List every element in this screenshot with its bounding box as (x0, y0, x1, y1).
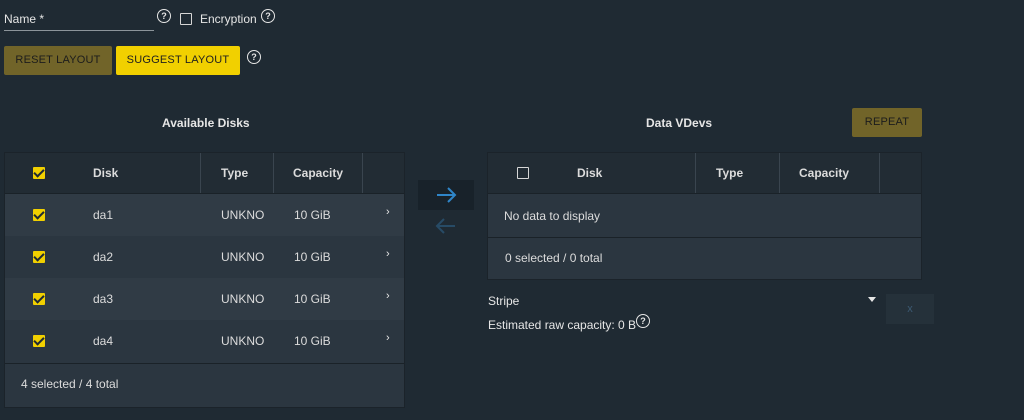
help-circle-icon[interactable]: ? (157, 9, 171, 23)
row-checkbox[interactable] (33, 209, 45, 221)
column-header-disk[interactable]: Disk (93, 153, 118, 193)
disk-capacity: 10 GiB (294, 208, 331, 222)
move-to-vdev-button[interactable] (418, 180, 474, 210)
column-header-disk[interactable]: Disk (577, 153, 602, 193)
table-header: Disk Type Capacity (488, 153, 921, 194)
caret-down-icon[interactable] (868, 297, 876, 302)
select-all-checkbox[interactable] (33, 167, 45, 179)
disk-type: UNKNO (221, 250, 265, 264)
estimated-capacity: Estimated raw capacity: 0 B (488, 318, 637, 332)
chevron-right-icon[interactable]: › (386, 248, 390, 260)
table-footer: 0 selected / 0 total (488, 237, 921, 279)
arrow-left-icon (435, 218, 455, 234)
empty-row: No data to display (488, 194, 921, 238)
empty-message: No data to display (504, 209, 601, 223)
column-header-type[interactable]: Type (716, 153, 743, 193)
row-checkbox[interactable] (33, 335, 45, 347)
data-vdevs-title: Data VDevs (646, 116, 713, 130)
help-circle-icon[interactable]: ? (247, 50, 261, 64)
disk-name: da4 (93, 334, 114, 348)
table-row[interactable]: da1 UNKNO 10 GiB › (5, 194, 404, 236)
chevron-right-icon[interactable]: › (386, 290, 390, 302)
disk-name: da2 (93, 250, 114, 264)
disk-type: UNKNO (221, 208, 265, 222)
reset-layout-button[interactable]: RESET LAYOUT (4, 46, 112, 75)
table-row[interactable]: da2 UNKNO 10 GiB › (5, 236, 404, 278)
disk-type: UNKNO (221, 292, 265, 306)
arrow-right-icon (437, 187, 457, 203)
row-checkbox[interactable] (33, 251, 45, 263)
disk-capacity: 10 GiB (294, 334, 331, 348)
name-input[interactable]: Name * (4, 4, 154, 31)
disk-capacity: 10 GiB (294, 292, 331, 306)
name-label: Name * (4, 12, 45, 26)
row-checkbox[interactable] (33, 293, 45, 305)
disk-name: da3 (93, 292, 114, 306)
disk-capacity: 10 GiB (294, 250, 331, 264)
move-to-available-button[interactable] (418, 212, 474, 240)
column-header-type[interactable]: Type (221, 153, 248, 193)
help-circle-icon[interactable]: ? (636, 314, 650, 328)
suggest-layout-button[interactable]: SUGGEST LAYOUT (116, 46, 240, 75)
repeat-button[interactable]: REPEAT (852, 108, 922, 137)
chevron-right-icon[interactable]: › (386, 206, 390, 218)
data-vdevs-table: Disk Type Capacity No data to display 0 … (487, 152, 922, 280)
encryption-checkbox[interactable] (180, 13, 192, 25)
table-row[interactable]: da4 UNKNO 10 GiB › (5, 320, 404, 362)
table-footer: 4 selected / 4 total (5, 363, 404, 407)
table-header: Disk Type Capacity (5, 153, 404, 194)
available-disks-table: Disk Type Capacity da1 UNKNO 10 GiB › da… (4, 152, 405, 408)
encryption-label: Encryption (200, 12, 257, 26)
disk-name: da1 (93, 208, 114, 222)
select-all-checkbox[interactable] (517, 167, 529, 179)
chevron-right-icon[interactable]: › (386, 332, 390, 344)
disk-type: UNKNO (221, 334, 265, 348)
vdev-type-select[interactable]: Stripe (488, 294, 519, 308)
remove-vdev-button[interactable]: x (886, 294, 934, 324)
table-row[interactable]: da3 UNKNO 10 GiB › (5, 278, 404, 320)
column-header-capacity[interactable]: Capacity (799, 153, 849, 193)
help-circle-icon[interactable]: ? (261, 9, 275, 23)
column-header-capacity[interactable]: Capacity (293, 153, 343, 193)
available-disks-title: Available Disks (162, 116, 250, 130)
